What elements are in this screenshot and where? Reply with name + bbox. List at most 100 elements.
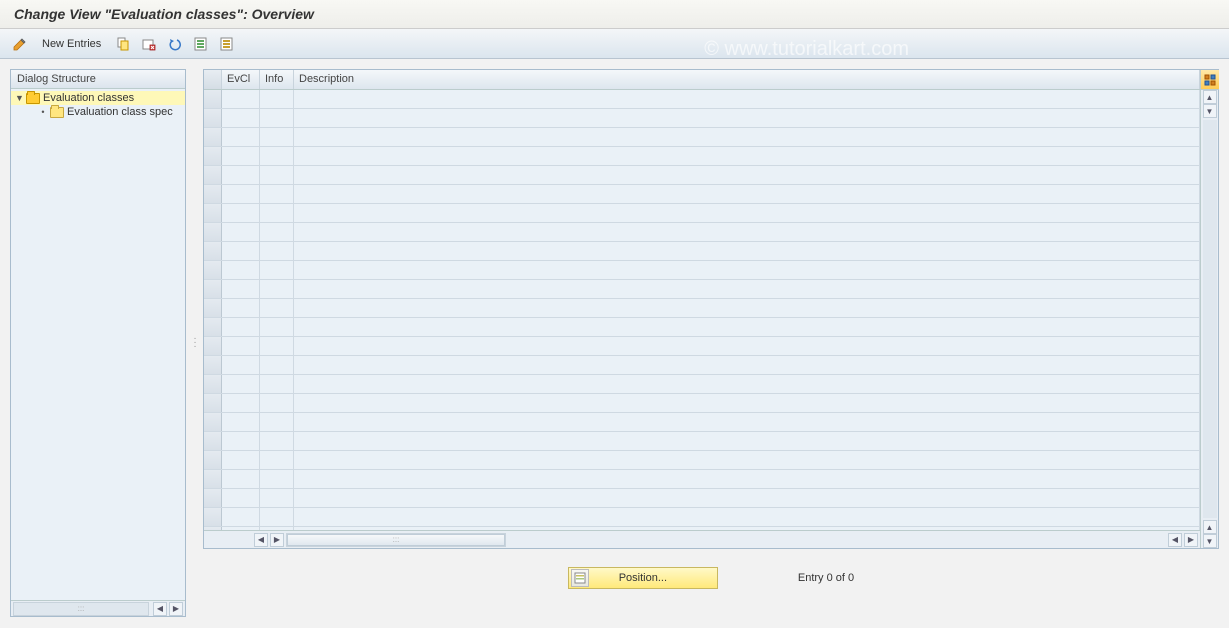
dialog-structure-tree[interactable]: ▼ Evaluation classes • Evaluation class … (11, 89, 185, 600)
table-row[interactable] (204, 185, 1200, 204)
cell-description[interactable] (294, 242, 1200, 260)
row-selector[interactable] (204, 109, 222, 127)
scroll-down-end-icon[interactable]: ▼ (1203, 534, 1217, 548)
copy-icon[interactable] (113, 34, 133, 54)
position-button[interactable]: Position... (568, 567, 718, 589)
select-all-icon[interactable] (191, 34, 211, 54)
cell-description[interactable] (294, 375, 1200, 393)
deselect-all-icon[interactable] (217, 34, 237, 54)
table-row[interactable] (204, 128, 1200, 147)
scroll-up-icon[interactable]: ▲ (1203, 90, 1217, 104)
table-settings-icon[interactable] (1201, 70, 1219, 90)
row-selector[interactable] (204, 90, 222, 108)
table-row[interactable] (204, 375, 1200, 394)
cell-evcl[interactable] (222, 394, 260, 412)
scroll-right-end-icon[interactable]: ▶ (1184, 533, 1198, 547)
cell-description[interactable] (294, 280, 1200, 298)
scroll-left-icon[interactable]: ◀ (254, 533, 268, 547)
cell-info[interactable] (260, 223, 294, 241)
cell-evcl[interactable] (222, 356, 260, 374)
table-row[interactable] (204, 489, 1200, 508)
row-selector[interactable] (204, 432, 222, 450)
cell-evcl[interactable] (222, 337, 260, 355)
cell-evcl[interactable] (222, 90, 260, 108)
cell-description[interactable] (294, 318, 1200, 336)
table-row[interactable] (204, 318, 1200, 337)
cell-evcl[interactable] (222, 508, 260, 526)
tree-node-evaluation-class-spec[interactable]: • Evaluation class spec (11, 105, 185, 119)
column-header-evcl[interactable]: EvCl (222, 70, 260, 89)
cell-evcl[interactable] (222, 204, 260, 222)
cell-evcl[interactable] (222, 223, 260, 241)
row-selector[interactable] (204, 489, 222, 507)
column-header-description[interactable]: Description (294, 70, 1200, 89)
cell-info[interactable] (260, 375, 294, 393)
cell-description[interactable] (294, 337, 1200, 355)
cell-info[interactable] (260, 128, 294, 146)
cell-info[interactable] (260, 508, 294, 526)
table-row[interactable] (204, 470, 1200, 489)
toggle-change-icon[interactable] (10, 34, 30, 54)
cell-description[interactable] (294, 299, 1200, 317)
cell-evcl[interactable] (222, 147, 260, 165)
table-row[interactable] (204, 109, 1200, 128)
scroll-left-end-icon[interactable]: ◀ (1168, 533, 1182, 547)
cell-evcl[interactable] (222, 470, 260, 488)
row-selector[interactable] (204, 204, 222, 222)
row-selector[interactable] (204, 356, 222, 374)
cell-evcl[interactable] (222, 413, 260, 431)
scroll-down-icon[interactable]: ▼ (1203, 104, 1217, 118)
cell-description[interactable] (294, 356, 1200, 374)
cell-description[interactable] (294, 451, 1200, 469)
table-row[interactable] (204, 432, 1200, 451)
row-selector[interactable] (204, 470, 222, 488)
cell-evcl[interactable] (222, 299, 260, 317)
column-header-info[interactable]: Info (260, 70, 294, 89)
cell-info[interactable] (260, 413, 294, 431)
table-row[interactable] (204, 508, 1200, 527)
table-horizontal-scrollbar[interactable]: ◀ ▶ ::: ◀ ▶ (204, 530, 1200, 548)
cell-info[interactable] (260, 318, 294, 336)
table-row[interactable] (204, 261, 1200, 280)
table-row[interactable] (204, 280, 1200, 299)
cell-evcl[interactable] (222, 185, 260, 203)
undo-icon[interactable] (165, 34, 185, 54)
table-row[interactable] (204, 356, 1200, 375)
cell-info[interactable] (260, 204, 294, 222)
cell-info[interactable] (260, 90, 294, 108)
cell-evcl[interactable] (222, 432, 260, 450)
row-selector[interactable] (204, 280, 222, 298)
new-entries-button[interactable]: New Entries (36, 38, 107, 50)
cell-description[interactable] (294, 166, 1200, 184)
cell-description[interactable] (294, 261, 1200, 279)
cell-info[interactable] (260, 337, 294, 355)
cell-info[interactable] (260, 242, 294, 260)
cell-info[interactable] (260, 451, 294, 469)
row-selector[interactable] (204, 261, 222, 279)
cell-evcl[interactable] (222, 109, 260, 127)
cell-description[interactable] (294, 90, 1200, 108)
cell-info[interactable] (260, 356, 294, 374)
table-row[interactable] (204, 90, 1200, 109)
tree-horizontal-scrollbar[interactable]: ::: ◀ ▶ (11, 600, 185, 616)
row-selector[interactable] (204, 337, 222, 355)
table-row[interactable] (204, 147, 1200, 166)
cell-description[interactable] (294, 413, 1200, 431)
cell-description[interactable] (294, 147, 1200, 165)
cell-info[interactable] (260, 147, 294, 165)
scroll-track[interactable]: ::: (13, 602, 149, 616)
scroll-left-icon[interactable]: ◀ (153, 602, 167, 616)
cell-description[interactable] (294, 204, 1200, 222)
row-selector[interactable] (204, 394, 222, 412)
cell-evcl[interactable] (222, 242, 260, 260)
table-row[interactable] (204, 166, 1200, 185)
row-selector[interactable] (204, 166, 222, 184)
scroll-track[interactable] (1203, 120, 1217, 518)
cell-evcl[interactable] (222, 451, 260, 469)
cell-description[interactable] (294, 508, 1200, 526)
cell-evcl[interactable] (222, 318, 260, 336)
cell-info[interactable] (260, 109, 294, 127)
row-selector[interactable] (204, 223, 222, 241)
cell-info[interactable] (260, 185, 294, 203)
cell-description[interactable] (294, 109, 1200, 127)
